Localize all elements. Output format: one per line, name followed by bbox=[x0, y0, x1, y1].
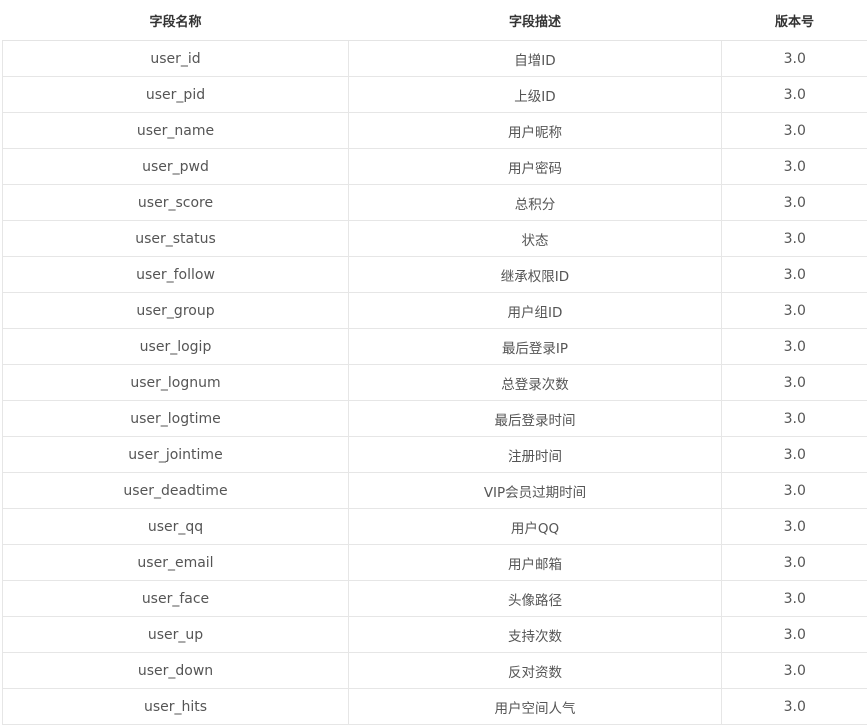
field-desc-cell: 支持次数 bbox=[348, 616, 722, 653]
version-cell: 3.0 bbox=[721, 472, 867, 509]
field-desc-cell: 最后登录时间 bbox=[348, 400, 722, 437]
field-desc-cell: 上级ID bbox=[348, 76, 722, 113]
field-name-cell: user_name bbox=[2, 112, 349, 149]
version-cell: 3.0 bbox=[721, 652, 867, 689]
field-desc-cell: 用户空间人气 bbox=[348, 688, 722, 725]
field-name-cell: user_pwd bbox=[2, 148, 349, 185]
field-name-cell: user_follow bbox=[2, 256, 349, 293]
table-row: user_logip 最后登录IP 3.0 bbox=[2, 328, 867, 365]
table-row: user_follow 继承权限ID 3.0 bbox=[2, 256, 867, 293]
header-field-desc: 字段描述 bbox=[348, 0, 722, 41]
table-row: user_up 支持次数 3.0 bbox=[2, 616, 867, 653]
field-name-cell: user_hits bbox=[2, 688, 349, 725]
version-cell: 3.0 bbox=[721, 508, 867, 545]
field-name-cell: user_logtime bbox=[2, 400, 349, 437]
version-cell: 3.0 bbox=[721, 400, 867, 437]
version-cell: 3.0 bbox=[721, 256, 867, 293]
table-row: user_email 用户邮箱 3.0 bbox=[2, 544, 867, 581]
version-cell: 3.0 bbox=[721, 328, 867, 365]
field-name-cell: user_up bbox=[2, 616, 349, 653]
version-cell: 3.0 bbox=[721, 688, 867, 725]
header-field-name: 字段名称 bbox=[2, 0, 349, 41]
field-table-container: 字段名称 字段描述 版本号 user_id 自增ID 3.0 user_pid 上级ID… bbox=[2, 0, 867, 725]
version-cell: 3.0 bbox=[721, 220, 867, 257]
field-desc-cell: 注册时间 bbox=[348, 436, 722, 473]
field-desc-cell: 状态 bbox=[348, 220, 722, 257]
table-header: 字段名称 字段描述 版本号 bbox=[2, 0, 867, 41]
header-row: 字段名称 字段描述 版本号 bbox=[2, 0, 867, 41]
version-cell: 3.0 bbox=[721, 184, 867, 221]
table-row: user_jointime 注册时间 3.0 bbox=[2, 436, 867, 473]
table-row: user_face 头像路径 3.0 bbox=[2, 580, 867, 617]
field-desc-cell: 头像路径 bbox=[348, 580, 722, 617]
version-cell: 3.0 bbox=[721, 148, 867, 185]
field-desc-cell: VIP会员过期时间 bbox=[348, 472, 722, 509]
field-name-cell: user_deadtime bbox=[2, 472, 349, 509]
table-row: user_pwd 用户密码 3.0 bbox=[2, 148, 867, 185]
field-desc-cell: 最后登录IP bbox=[348, 328, 722, 365]
field-desc-cell: 自增ID bbox=[348, 40, 722, 77]
field-name-cell: user_face bbox=[2, 580, 349, 617]
table-row: user_status 状态 3.0 bbox=[2, 220, 867, 257]
table-row: user_score 总积分 3.0 bbox=[2, 184, 867, 221]
table-row: user_qq 用户QQ 3.0 bbox=[2, 508, 867, 545]
version-cell: 3.0 bbox=[721, 76, 867, 113]
table-row: user_id 自增ID 3.0 bbox=[2, 40, 867, 77]
table-row: user_deadtime VIP会员过期时间 3.0 bbox=[2, 472, 867, 509]
field-desc-cell: 用户QQ bbox=[348, 508, 722, 545]
field-desc-cell: 用户密码 bbox=[348, 148, 722, 185]
table-row: user_lognum 总登录次数 3.0 bbox=[2, 364, 867, 401]
version-cell: 3.0 bbox=[721, 544, 867, 581]
version-cell: 3.0 bbox=[721, 112, 867, 149]
field-desc-cell: 用户昵称 bbox=[348, 112, 722, 149]
field-desc-cell: 总登录次数 bbox=[348, 364, 722, 401]
version-cell: 3.0 bbox=[721, 292, 867, 329]
field-name-cell: user_jointime bbox=[2, 436, 349, 473]
version-cell: 3.0 bbox=[721, 40, 867, 77]
field-name-cell: user_down bbox=[2, 652, 349, 689]
field-name-cell: user_group bbox=[2, 292, 349, 329]
version-cell: 3.0 bbox=[721, 364, 867, 401]
table-row: user_group 用户组ID 3.0 bbox=[2, 292, 867, 329]
field-desc-cell: 用户邮箱 bbox=[348, 544, 722, 581]
table-body: user_id 自增ID 3.0 user_pid 上级ID 3.0 user_name 用户… bbox=[2, 40, 867, 725]
field-name-cell: user_email bbox=[2, 544, 349, 581]
table-row: user_down 反对资数 3.0 bbox=[2, 652, 867, 689]
table-row: user_pid 上级ID 3.0 bbox=[2, 76, 867, 113]
field-desc-cell: 总积分 bbox=[348, 184, 722, 221]
header-version: 版本号 bbox=[721, 0, 867, 41]
field-desc-cell: 用户组ID bbox=[348, 292, 722, 329]
field-desc-cell: 继承权限ID bbox=[348, 256, 722, 293]
field-name-cell: user_logip bbox=[2, 328, 349, 365]
field-name-cell: user_id bbox=[2, 40, 349, 77]
field-table: 字段名称 字段描述 版本号 user_id 自增ID 3.0 user_pid 上级ID… bbox=[2, 0, 867, 725]
field-name-cell: user_score bbox=[2, 184, 349, 221]
table-row: user_name 用户昵称 3.0 bbox=[2, 112, 867, 149]
table-row: user_logtime 最后登录时间 3.0 bbox=[2, 400, 867, 437]
field-desc-cell: 反对资数 bbox=[348, 652, 722, 689]
field-name-cell: user_qq bbox=[2, 508, 349, 545]
field-name-cell: user_status bbox=[2, 220, 349, 257]
table-row: user_hits 用户空间人气 3.0 bbox=[2, 688, 867, 725]
version-cell: 3.0 bbox=[721, 616, 867, 653]
version-cell: 3.0 bbox=[721, 580, 867, 617]
version-cell: 3.0 bbox=[721, 436, 867, 473]
field-name-cell: user_lognum bbox=[2, 364, 349, 401]
field-name-cell: user_pid bbox=[2, 76, 349, 113]
